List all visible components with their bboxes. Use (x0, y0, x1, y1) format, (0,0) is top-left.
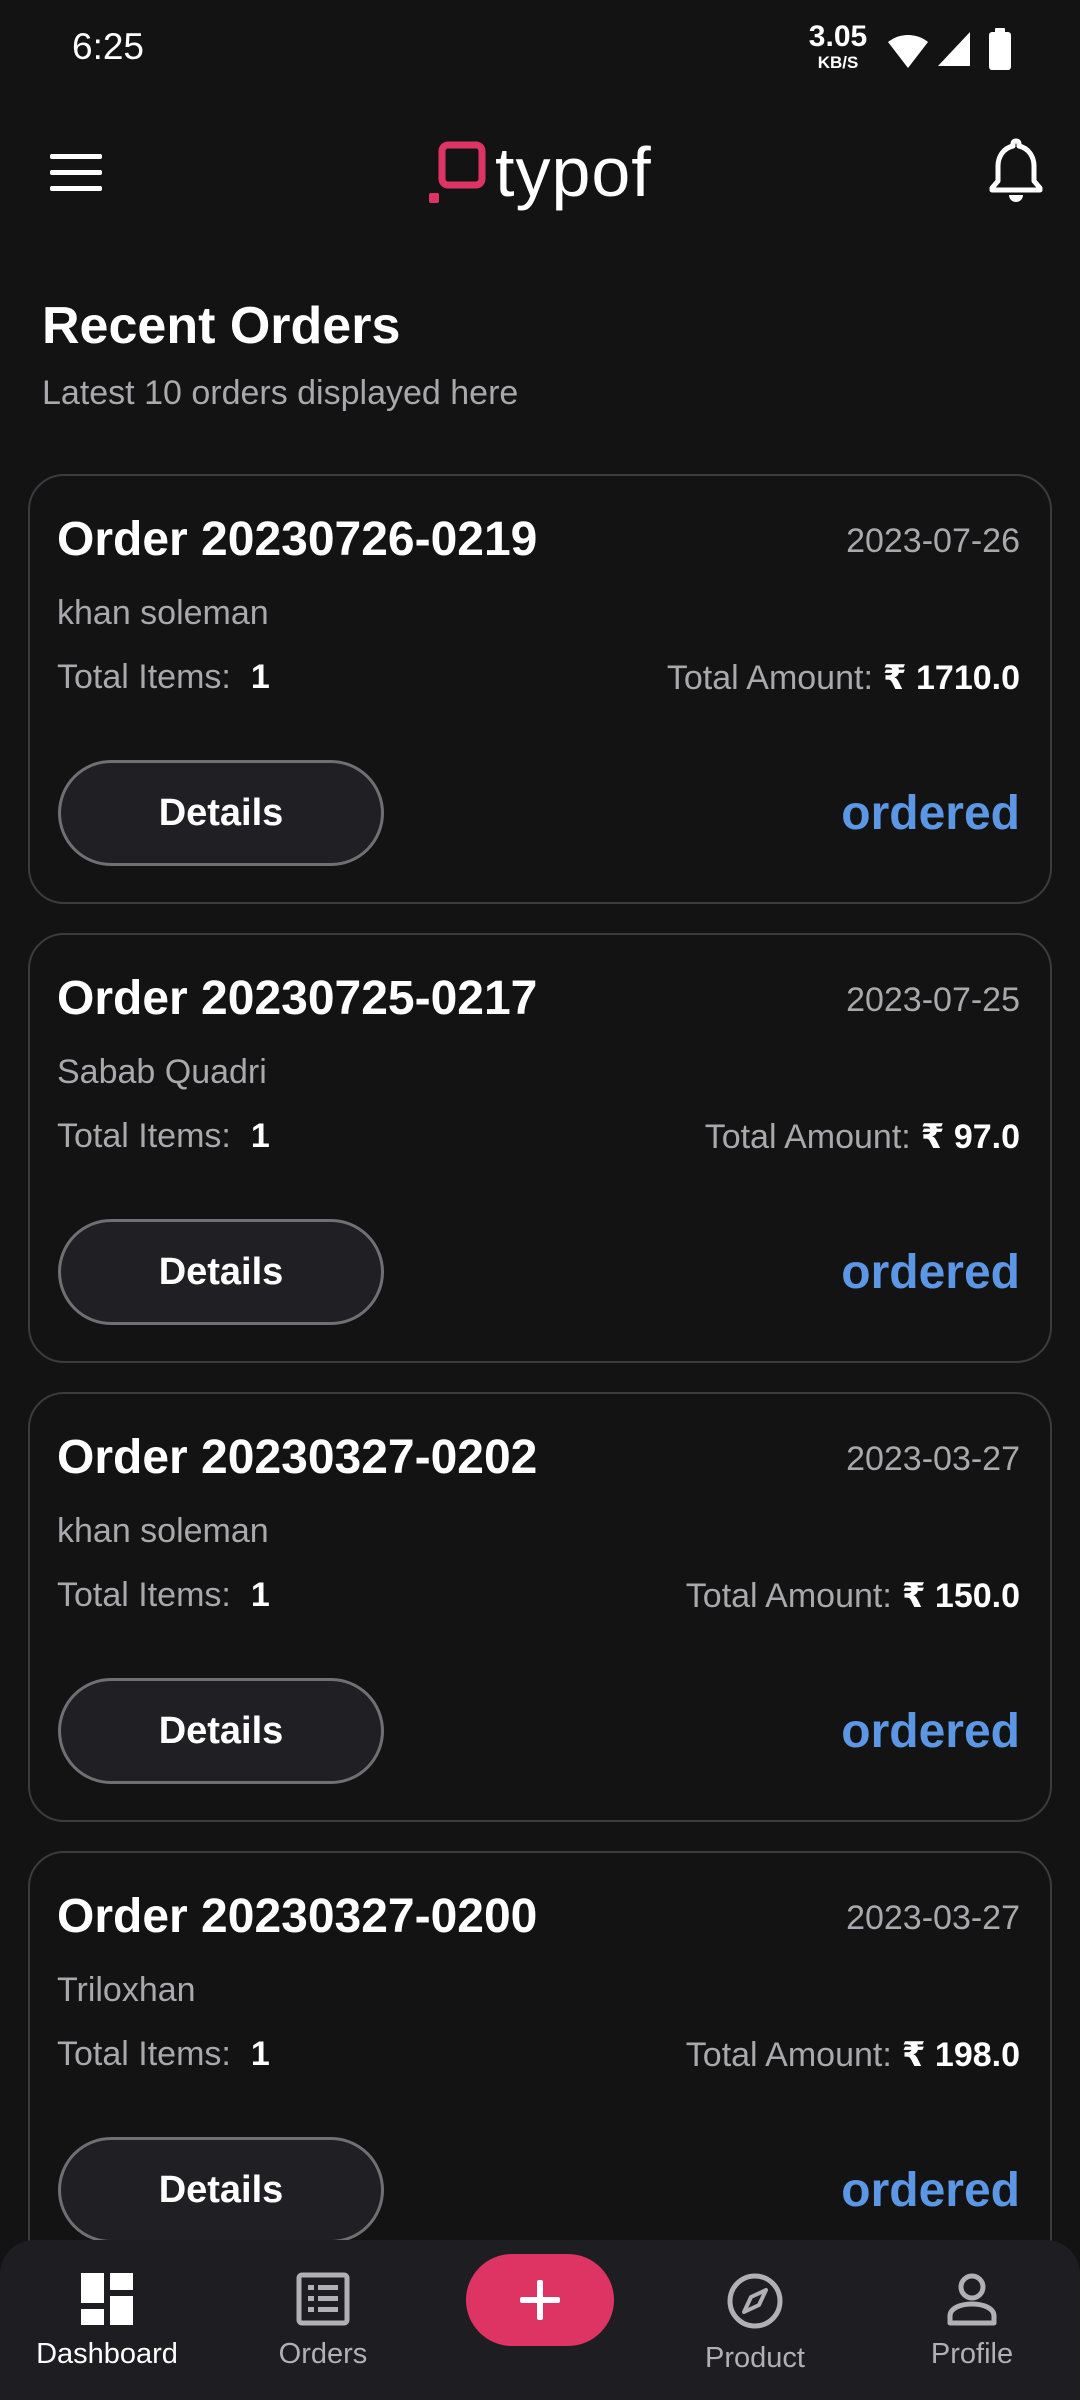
total-amount-label: Total Amount: (685, 1577, 892, 1615)
app-bar: typof (0, 96, 1080, 246)
nav-product-label: Product (705, 2342, 805, 2374)
details-button[interactable]: Details (58, 2137, 384, 2243)
total-amount-value: ₹ 150.0 (901, 1577, 1020, 1615)
total-items: Total Items: 1 (57, 658, 270, 697)
status-time: 6:25 (72, 26, 145, 67)
nav-dashboard[interactable]: Dashboard (7, 2272, 207, 2371)
total-items-label: Total Items: (57, 2035, 231, 2073)
order-customer: Sabab Quadri (57, 1053, 267, 1091)
total-items: Total Items: 1 (57, 1576, 270, 1615)
wifi-icon (888, 34, 928, 68)
order-card: Order 20230327-0202 2023-03-27 khan sole… (28, 1392, 1052, 1822)
total-amount: Total Amount: ₹ 1710.0 (667, 658, 1020, 698)
total-items-label: Total Items: (57, 1117, 231, 1155)
total-items-label: Total Items: (57, 1576, 231, 1614)
add-button[interactable] (466, 2254, 614, 2346)
order-title: Order 20230726-0219 (57, 513, 538, 566)
total-items: Total Items: 1 (57, 1117, 270, 1156)
menu-button[interactable] (40, 136, 112, 208)
total-amount-value: ₹ 198.0 (901, 2036, 1020, 2074)
person-icon (947, 2273, 997, 2326)
dashboard-icon (81, 2273, 133, 2325)
menu-icon (50, 154, 102, 191)
total-amount: Total Amount: ₹ 97.0 (705, 1117, 1020, 1157)
status-bar: 6:25 3.05 KB/S (0, 0, 1080, 96)
bottom-navigation: Dashboard Orders Product Profile (0, 2240, 1080, 2400)
total-amount-value: ₹ 1710.0 (882, 659, 1020, 697)
nav-orders-label: Orders (278, 2338, 368, 2370)
nav-profile[interactable]: Profile (872, 2272, 1072, 2371)
nav-profile-label: Profile (930, 2338, 1014, 2370)
order-title: Order 20230327-0200 (57, 1890, 538, 1943)
orders-list: Order 20230726-0219 2023-07-26 khan sole… (28, 474, 1052, 2310)
logo-text: typof (495, 133, 652, 211)
page-title: Recent Orders (42, 297, 401, 355)
order-status: ordered (841, 2164, 1020, 2217)
details-button[interactable]: Details (58, 760, 384, 866)
network-speed: 3.05 KB/S (800, 20, 876, 72)
order-date: 2023-07-26 (846, 522, 1020, 560)
total-amount-label: Total Amount: (685, 2036, 892, 2074)
app-logo: typof (425, 122, 652, 222)
order-status: ordered (841, 787, 1020, 840)
signal-icon (938, 32, 970, 66)
total-items-value: 1 (250, 1117, 270, 1155)
notifications-button[interactable] (976, 130, 1056, 210)
nav-dashboard-label: Dashboard (36, 2338, 178, 2370)
compass-icon (727, 2273, 783, 2329)
total-items-value: 1 (250, 1576, 270, 1614)
bell-icon (989, 138, 1043, 202)
total-items: Total Items: 1 (57, 2035, 270, 2074)
order-card: Order 20230327-0200 2023-03-27 Triloxhan… (28, 1851, 1052, 2281)
details-button[interactable]: Details (58, 1678, 384, 1784)
logo-mark-icon (429, 141, 486, 203)
total-amount-label: Total Amount: (704, 1118, 911, 1156)
order-status: ordered (841, 1705, 1020, 1758)
total-amount: Total Amount: ₹ 198.0 (686, 2035, 1020, 2075)
order-customer: Triloxhan (57, 1971, 196, 2009)
nav-orders[interactable]: Orders (223, 2272, 423, 2371)
total-items-value: 1 (250, 658, 270, 696)
order-customer: khan soleman (57, 594, 269, 632)
details-button[interactable]: Details (58, 1219, 384, 1325)
order-card: Order 20230726-0219 2023-07-26 khan sole… (28, 474, 1052, 904)
order-title: Order 20230327-0202 (57, 1431, 538, 1484)
page-subtitle: Latest 10 orders displayed here (42, 374, 519, 412)
order-card: Order 20230725-0217 2023-07-25 Sabab Qua… (28, 933, 1052, 1363)
total-amount: Total Amount: ₹ 150.0 (686, 1576, 1020, 1616)
battery-icon (989, 28, 1011, 70)
order-title: Order 20230725-0217 (57, 972, 538, 1025)
network-speed-value: 3.05 (808, 20, 868, 53)
order-date: 2023-07-25 (846, 981, 1020, 1019)
order-date: 2023-03-27 (846, 1440, 1020, 1478)
order-status: ordered (841, 1246, 1020, 1299)
plus-icon (520, 2280, 560, 2320)
nav-product[interactable]: Product (655, 2272, 855, 2375)
order-date: 2023-03-27 (846, 1899, 1020, 1937)
total-amount-label: Total Amount: (666, 659, 873, 697)
orders-list-icon (296, 2272, 350, 2326)
total-items-label: Total Items: (57, 658, 231, 696)
total-amount-value: ₹ 97.0 (920, 1118, 1020, 1156)
total-items-value: 1 (250, 2035, 270, 2073)
order-customer: khan soleman (57, 1512, 269, 1550)
network-speed-unit: KB/S (817, 53, 859, 72)
